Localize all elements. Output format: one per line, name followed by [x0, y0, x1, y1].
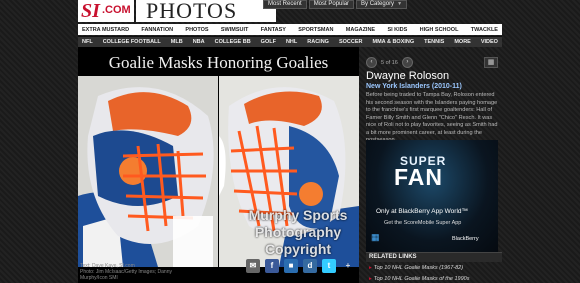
section-title: PHOTOS: [136, 0, 276, 22]
nav-item-fannation[interactable]: FANNATION: [141, 27, 173, 33]
blackberry-ad[interactable]: SUPER FAN Only at BlackBerry App World™ …: [366, 140, 498, 252]
email-icon[interactable]: ✉: [246, 259, 260, 273]
plus-icon[interactable]: +: [341, 259, 355, 273]
nav-item-magazine[interactable]: MAGAZINE: [346, 27, 375, 33]
related-links-heading: RELATED LINKS: [366, 252, 502, 262]
photo-gallery: Goalie Masks Honoring Goalies Murphy Spo…: [78, 47, 359, 283]
sports-nav: NFL COLLEGE FOOTBALL MLB NBA COLLEGE BB …: [78, 36, 502, 47]
player-name: Dwayne Roloson: [366, 70, 450, 82]
si-logo[interactable]: SI .COM: [78, 0, 134, 22]
nav-item-mlb[interactable]: MLB: [171, 39, 183, 45]
logo-com-text: .COM: [102, 4, 131, 16]
nav-item-nba[interactable]: NBA: [193, 39, 205, 45]
prev-arrow-icon[interactable]: ‹: [366, 57, 377, 68]
nav-item-twackle[interactable]: TWACKLE: [471, 27, 498, 33]
tab-most-recent[interactable]: Most Recent: [263, 0, 307, 9]
share-bar: ✉ f ■ d t +: [246, 259, 355, 273]
credit-line: Murphy/Icon SMI: [80, 275, 118, 281]
nav-item-fantasy[interactable]: FANTASY: [261, 27, 286, 33]
tab-most-popular[interactable]: Most Popular: [308, 0, 355, 9]
mask-left-image: [78, 76, 218, 267]
top-tabs: Most Recent Most Popular By Category ▼: [263, 0, 408, 9]
digg-icon[interactable]: d: [303, 259, 317, 273]
site-header: SI .COM PHOTOS Most Recent Most Popular …: [78, 0, 580, 22]
next-arrow-icon[interactable]: ›: [401, 57, 413, 68]
tab-label: Most Popular: [313, 1, 350, 7]
related-link-label: Top 10 NHL Goalie Masks of the 1990s: [373, 276, 470, 282]
nav-item-video[interactable]: VIDEO: [481, 39, 498, 45]
player-team: New York Islanders (2010-11): [366, 83, 462, 90]
watermark-line: Murphy Sports: [248, 207, 348, 223]
pager-count: 5 of 16: [381, 59, 398, 66]
nav-item-nfl[interactable]: NFL: [82, 39, 93, 45]
nav-item-tennis[interactable]: TENNIS: [424, 39, 444, 45]
related-link-label: Top 10 NHL Goalie Masks (1967-82): [373, 265, 464, 271]
photo-credit: Text: Dave Kaye, SI.com Photo: Jim McIsa…: [80, 263, 172, 281]
nav-item-college-bb[interactable]: COLLEGE BB: [215, 39, 251, 45]
watermark-line: Photography: [254, 224, 342, 240]
tab-label: Most Recent: [268, 1, 302, 7]
delicious-icon[interactable]: ■: [284, 259, 298, 273]
nav-item-sportsman[interactable]: SPORTSMAN: [298, 27, 333, 33]
nav-item-golf[interactable]: GOLF: [261, 39, 276, 45]
grid-view-icon[interactable]: ▦: [484, 57, 498, 68]
ad-fan-text: FAN: [394, 164, 443, 190]
side-panel: ‹ 5 of 16 › ▦ Dwayne Roloson New York Is…: [366, 47, 502, 282]
logo-si-text: SI: [81, 0, 100, 22]
chevron-down-icon: ▼: [397, 1, 403, 7]
watermark-line: Copyright: [264, 241, 332, 257]
nav-item-mma-boxing[interactable]: MMA & BOXING: [373, 39, 415, 45]
related-link[interactable]: ▸ Top 10 NHL Goalie Masks of the 1990s: [369, 276, 469, 282]
mask-photo-left[interactable]: [78, 76, 218, 267]
arrow-right-icon: ▸: [369, 276, 372, 282]
ad-tagline: Only at BlackBerry App World™: [376, 208, 468, 215]
twitter-icon[interactable]: t: [322, 259, 336, 273]
pager: ‹ 5 of 16 ›: [366, 57, 413, 68]
photo-caption: Before being traded to Tampa Bay, Roloso…: [366, 92, 498, 143]
nav-item-college-football[interactable]: COLLEGE FOOTBALL: [103, 39, 161, 45]
tab-label: By Category: [361, 1, 395, 7]
nav-item-high-school[interactable]: HIGH SCHOOL: [420, 27, 459, 33]
watermark: Murphy Sports Photography Copyright: [218, 207, 378, 258]
nav-item-soccer[interactable]: SOCCER: [339, 39, 363, 45]
nav-item-photos[interactable]: PHOTOS: [185, 27, 208, 33]
ad-subline: Get the ScoreMobile Super App: [384, 220, 462, 226]
nav-item-nhl[interactable]: NHL: [286, 39, 297, 45]
related-link[interactable]: ▸ Top 10 NHL Goalie Masks (1967-82): [369, 265, 463, 271]
blackberry-brand: BlackBerry: [452, 236, 479, 242]
nav-item-racing[interactable]: RACING: [307, 39, 329, 45]
facebook-icon[interactable]: f: [265, 259, 279, 273]
nav-item-si-kids[interactable]: SI KIDS: [387, 27, 407, 33]
tab-by-category[interactable]: By Category ▼: [356, 0, 408, 9]
arrow-right-icon: ▸: [369, 265, 372, 271]
primary-nav: EXTRA MUSTARD FANNATION PHOTOS SWIMSUIT …: [78, 24, 502, 35]
nav-item-extra-mustard[interactable]: EXTRA MUSTARD: [82, 27, 129, 33]
nav-item-swimsuit[interactable]: SWIMSUIT: [221, 27, 249, 33]
windows-icon: ▦: [371, 232, 380, 242]
nav-item-more[interactable]: MORE: [454, 39, 471, 45]
gallery-title: Goalie Masks Honoring Goalies: [108, 53, 329, 72]
